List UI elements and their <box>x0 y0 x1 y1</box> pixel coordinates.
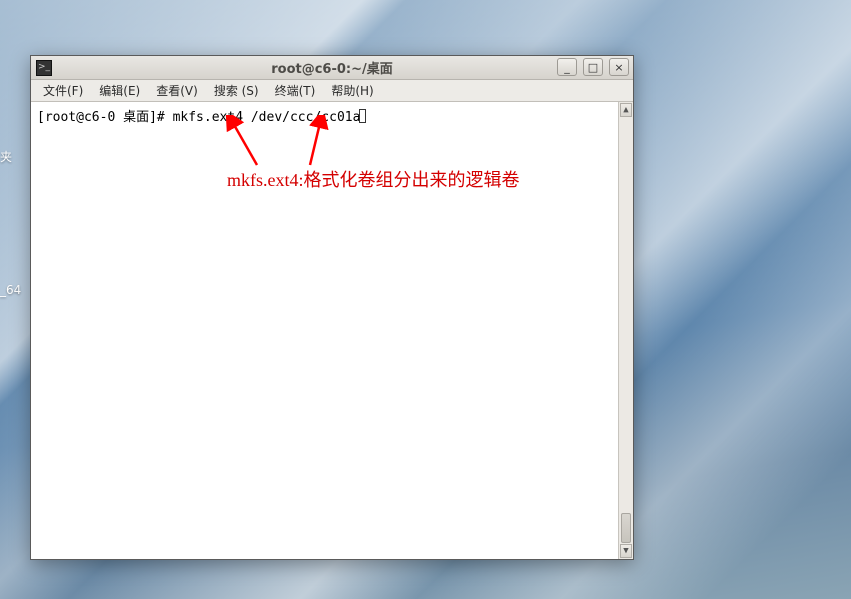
maximize-button[interactable]: □ <box>583 58 603 76</box>
menu-terminal[interactable]: 终端(T) <box>269 80 322 101</box>
titlebar[interactable]: >_ root@c6-0:~/桌面 _ □ × <box>31 56 633 80</box>
terminal-command: mkfs.ext4 /dev/ccc/cc01a <box>173 110 361 125</box>
terminal-icon: >_ <box>36 60 52 76</box>
menu-help[interactable]: 帮助(H) <box>325 80 379 101</box>
minimize-button[interactable]: _ <box>557 58 577 76</box>
menu-search[interactable]: 搜索 (S) <box>208 80 265 101</box>
terminal-content[interactable]: [root@c6-0 桌面]# mkfs.ext4 /dev/ccc/cc01a <box>31 102 618 559</box>
terminal-area[interactable]: [root@c6-0 桌面]# mkfs.ext4 /dev/ccc/cc01a… <box>31 102 633 559</box>
close-button[interactable]: × <box>609 58 629 76</box>
desktop-icon-label-1: 夹 <box>0 148 12 165</box>
scroll-up-button[interactable]: ▲ <box>620 103 632 117</box>
terminal-prompt: [root@c6-0 桌面]# <box>37 110 173 125</box>
window-title: root@c6-0:~/桌面 <box>31 58 633 77</box>
scrollbar-thumb[interactable] <box>621 513 631 543</box>
vertical-scrollbar[interactable]: ▲ ▼ <box>618 102 633 559</box>
desktop-icon-label-2: _64 <box>0 283 21 297</box>
scroll-down-button[interactable]: ▼ <box>620 544 632 558</box>
menu-file[interactable]: 文件(F) <box>37 80 89 101</box>
window-controls: _ □ × <box>557 58 629 76</box>
menubar: 文件(F) 编辑(E) 查看(V) 搜索 (S) 终端(T) 帮助(H) <box>31 80 633 102</box>
menu-view[interactable]: 查看(V) <box>150 80 204 101</box>
menu-edit[interactable]: 编辑(E) <box>93 80 146 101</box>
terminal-window: >_ root@c6-0:~/桌面 _ □ × 文件(F) 编辑(E) 查看(V… <box>30 55 634 560</box>
terminal-cursor <box>359 109 366 123</box>
